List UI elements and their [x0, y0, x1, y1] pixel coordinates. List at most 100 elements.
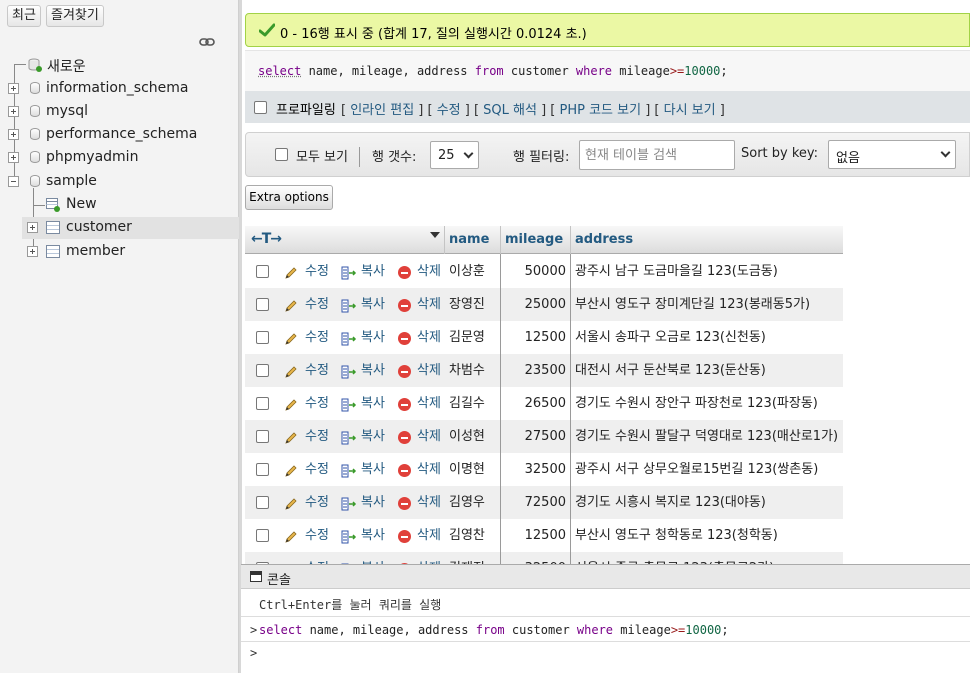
copy-row-link[interactable]: 복사 [361, 486, 385, 519]
delete-row-link[interactable]: 삭제 [417, 288, 441, 321]
tree-item-new-database[interactable]: 새로운 [47, 56, 86, 76]
column-header-mileage[interactable]: mileage [505, 226, 563, 254]
tree-item-information-schema[interactable]: information_schema [46, 80, 189, 96]
refresh-link[interactable]: 다시 보기 [664, 103, 716, 118]
edit-row-link[interactable]: 수정 [305, 354, 329, 387]
table-header: ←T→ name mileage address [245, 226, 843, 254]
collapse-toggle-icon[interactable] [8, 176, 19, 187]
sort-dropdown-icon[interactable] [430, 232, 440, 238]
copy-row-link[interactable]: 복사 [361, 288, 385, 321]
console-history-line[interactable]: > select name, mileage, address from cus… [241, 616, 970, 642]
edit-row-link[interactable]: 수정 [305, 255, 329, 288]
php-code-link[interactable]: PHP 코드 보기 [560, 103, 642, 118]
edit-row-link[interactable]: 수정 [305, 552, 329, 564]
row-checkbox[interactable] [256, 298, 269, 311]
tree-item-performance-schema[interactable]: performance_schema [46, 126, 197, 142]
copy-row-link[interactable]: 복사 [361, 321, 385, 354]
tree-item-customer[interactable]: customer [66, 219, 132, 235]
edit-row-link[interactable]: 수정 [305, 387, 329, 420]
extra-options-button[interactable]: Extra options [245, 185, 333, 210]
table-row[interactable]: 수정 복사 삭제 김영찬 12500 부산시 영도구 청학동로 123(청학동) [245, 519, 843, 552]
row-checkbox[interactable] [256, 430, 269, 443]
column-header-name[interactable]: name [449, 226, 489, 254]
column-header-address[interactable]: address [575, 226, 633, 254]
table-row[interactable]: 수정 복사 삭제 김문영 12500 서울시 송파구 오금로 123(신천동) [245, 321, 843, 354]
table-row[interactable]: 수정 복사 삭제 김영우 72500 경기도 시흥시 복지로 123(대야동) [245, 486, 843, 519]
delete-row-link[interactable]: 삭제 [417, 486, 441, 519]
tree-item-phpmyadmin[interactable]: phpmyadmin [46, 149, 138, 165]
cell-address: 부산시 영도구 장미계단길 123(봉래동5가) [575, 297, 811, 312]
sort-by-key-label: Sort by key: [741, 146, 819, 161]
copy-row-link[interactable]: 복사 [361, 387, 385, 420]
expand-toggle-icon[interactable] [8, 152, 19, 163]
table-row[interactable]: 수정 복사 삭제 이상훈 50000 광주시 남구 도금마을길 123(도금동) [245, 255, 843, 288]
copy-row-link[interactable]: 복사 [361, 552, 385, 564]
delete-row-link[interactable]: 삭제 [417, 387, 441, 420]
column-arrows-icon[interactable]: ←T→ [251, 231, 282, 247]
rows-label: 행 갯수: [372, 150, 417, 165]
row-checkbox[interactable] [256, 397, 269, 410]
row-checkbox[interactable] [256, 529, 269, 542]
success-text: 0 - 16행 표시 중 (합계 17, 질의 실행시간 0.0124 초.) [280, 27, 587, 42]
inline-edit-link[interactable]: 인라인 편집 [350, 103, 414, 118]
pencil-icon [285, 432, 297, 444]
table-row[interactable]: 수정 복사 삭제 차범수 23500 대전시 서구 둔산북로 123(둔산동) [245, 354, 843, 387]
expand-toggle-icon[interactable] [8, 83, 19, 94]
copy-row-link[interactable]: 복사 [361, 255, 385, 288]
sort-by-key-select[interactable]: 없음 [828, 140, 956, 169]
delete-row-link[interactable]: 삭제 [417, 354, 441, 387]
row-checkbox[interactable] [256, 265, 269, 278]
tree-item-mysql[interactable]: mysql [46, 103, 88, 119]
table-row[interactable]: 수정 복사 삭제 장영진 25000 부산시 영도구 장미계단길 123(봉래동5가) [245, 288, 843, 321]
row-checkbox[interactable] [256, 496, 269, 509]
row-checkbox[interactable] [256, 364, 269, 377]
column-divider [500, 226, 501, 254]
table-row[interactable]: 수정 복사 삭제 이명현 32500 광주시 서구 상무오월로15번길 123(쌍촌동) [245, 453, 843, 486]
tree-item-member[interactable]: member [66, 243, 125, 259]
edit-row-link[interactable]: 수정 [305, 321, 329, 354]
row-checkbox[interactable] [256, 331, 269, 344]
rows-per-page-select[interactable]: 25 [430, 141, 479, 169]
edit-query-link[interactable]: 수정 [437, 103, 461, 118]
edit-row-link[interactable]: 수정 [305, 453, 329, 486]
table-row[interactable]: 수정 복사 삭제 김길수 26500 경기도 수원시 장안구 파장천로 123(파장동) [245, 387, 843, 420]
copy-row-link[interactable]: 복사 [361, 519, 385, 552]
expand-toggle-icon[interactable] [8, 106, 19, 117]
sql-keyword[interactable]: select [258, 64, 301, 78]
table-row[interactable]: 수정 복사 삭제 김재진 32500 서울시 중구 충무로 123(충무로2가) [245, 552, 843, 564]
copy-row-link[interactable]: 복사 [361, 420, 385, 453]
delete-icon [398, 530, 411, 543]
table-row[interactable]: 수정 복사 삭제 이성현 27500 경기도 수원시 팔달구 덕영대로 123(매산로1가… [245, 420, 843, 453]
check-icon [259, 23, 275, 37]
copy-row-link[interactable]: 복사 [361, 453, 385, 486]
delete-row-link[interactable]: 삭제 [417, 255, 441, 288]
delete-row-link[interactable]: 삭제 [417, 552, 441, 564]
copy-icon [341, 497, 357, 511]
console-toolbar[interactable]: 콘솔 [241, 565, 970, 589]
show-all-label: 모두 보기 [296, 150, 348, 165]
copy-row-link[interactable]: 복사 [361, 354, 385, 387]
row-checkbox[interactable] [256, 463, 269, 476]
delete-row-link[interactable]: 삭제 [417, 519, 441, 552]
delete-row-link[interactable]: 삭제 [417, 321, 441, 354]
edit-row-link[interactable]: 수정 [305, 486, 329, 519]
explain-sql-link[interactable]: SQL 해석 [483, 103, 537, 118]
recent-tab[interactable]: 최근 [7, 5, 41, 27]
link-icon[interactable] [199, 36, 215, 48]
profiling-checkbox[interactable] [254, 101, 267, 114]
expand-toggle-icon[interactable] [27, 222, 38, 233]
results-table: ←T→ name mileage address 수정 복사 삭제 이상훈 50000 광… [245, 226, 845, 564]
console-input-prompt[interactable]: > [250, 646, 257, 660]
show-all-checkbox[interactable] [275, 148, 288, 161]
tree-item-new-table[interactable]: New [66, 196, 97, 212]
edit-row-link[interactable]: 수정 [305, 519, 329, 552]
edit-row-link[interactable]: 수정 [305, 288, 329, 321]
favorites-tab[interactable]: 즐겨찾기 [46, 5, 104, 27]
expand-toggle-icon[interactable] [27, 246, 38, 257]
edit-row-link[interactable]: 수정 [305, 420, 329, 453]
tree-item-sample[interactable]: sample [46, 173, 97, 189]
expand-toggle-icon[interactable] [8, 129, 19, 140]
delete-row-link[interactable]: 삭제 [417, 420, 441, 453]
row-filter-input[interactable] [579, 140, 735, 170]
delete-row-link[interactable]: 삭제 [417, 453, 441, 486]
